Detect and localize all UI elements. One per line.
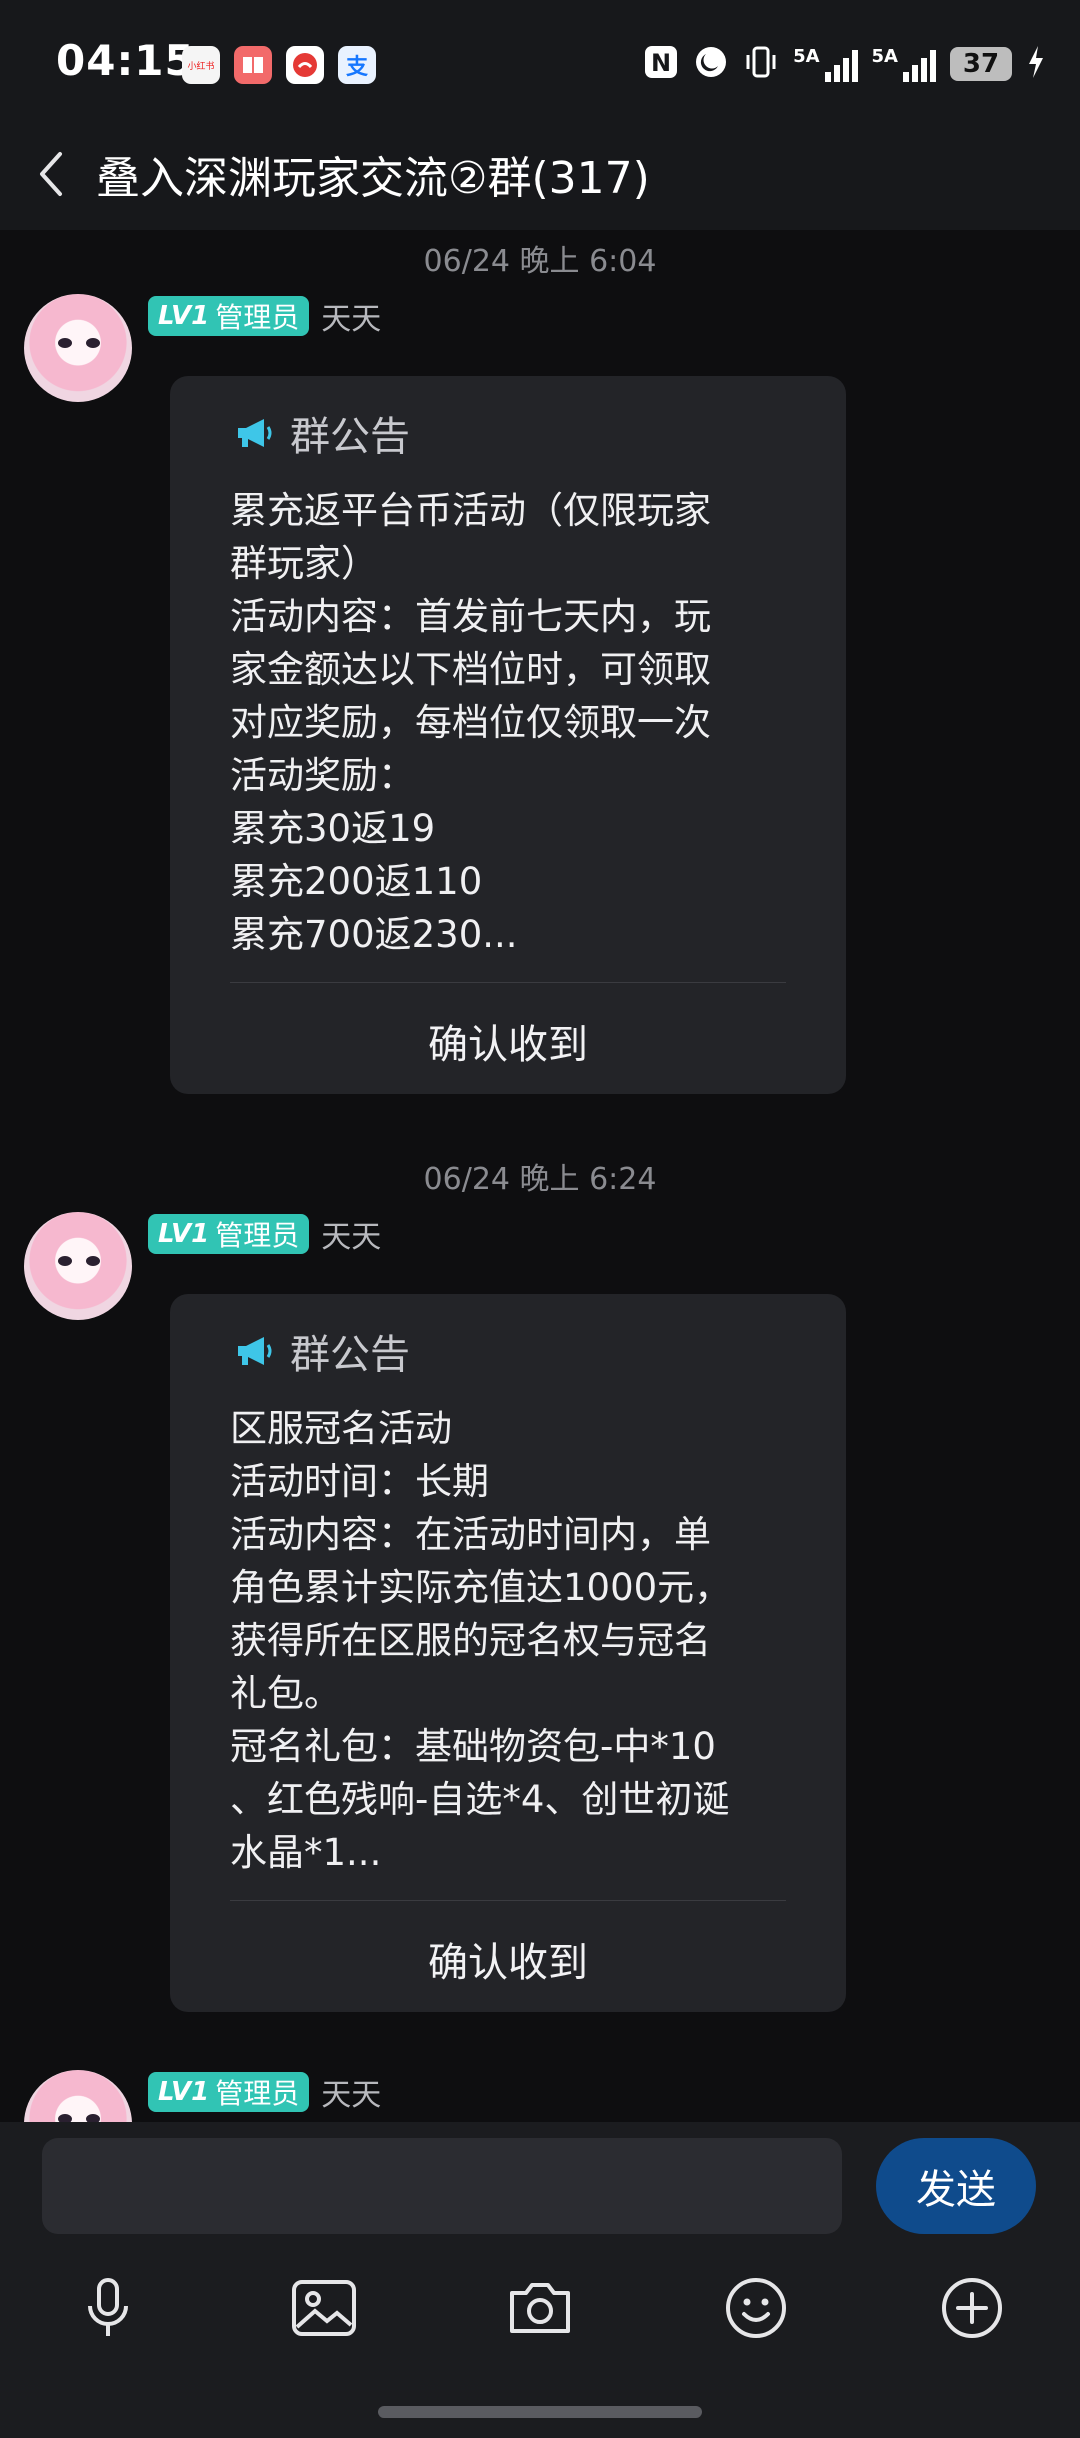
card-divider xyxy=(230,1900,786,1901)
announcement-card[interactable]: 群公告 累充返平台币活动（仅限玩家 群玩家） 活动内容：首发前七天内，玩 家金额… xyxy=(170,376,846,1094)
announcement-header: 群公告 xyxy=(234,1322,410,1380)
send-button[interactable]: 发送 xyxy=(876,2138,1036,2234)
status-time: 04:15 xyxy=(56,36,195,85)
camera-button[interactable] xyxy=(500,2268,580,2348)
announcement-card[interactable]: 群公告 区服冠名活动 活动时间：长期 活动内容：在活动时间内，单 角色累计实际充… xyxy=(170,1294,846,2012)
badge-role: 管理员 xyxy=(215,301,300,334)
chat-header: 叠入深渊玩家交流②群(317) xyxy=(0,120,1080,230)
announcement-label: 群公告 xyxy=(290,414,410,460)
status-bar: 04:15 小红书 支 N 5A 5A 37 xyxy=(0,0,1080,120)
emoji-icon xyxy=(726,2278,786,2338)
microphone-button[interactable] xyxy=(68,2268,148,2348)
plus-icon xyxy=(942,2278,1002,2338)
announcement-body: 累充返平台币活动（仅限玩家 群玩家） 活动内容：首发前七天内，玩 家金额达以下档… xyxy=(230,489,711,956)
badge-level: LV1 xyxy=(158,2077,210,2107)
vibrate-icon xyxy=(743,44,779,84)
avatar[interactable] xyxy=(24,2070,132,2122)
avatar[interactable] xyxy=(24,294,132,402)
role-badge: LV1 管理员 xyxy=(148,1214,310,1254)
sender-name[interactable]: 天天 xyxy=(321,1212,381,1256)
signal-icon-2: 5A xyxy=(872,46,936,82)
announcement-body: 区服冠名活动 活动时间：长期 活动内容：在活动时间内，单 角色累计实际充值达10… xyxy=(230,1407,732,1874)
signal-icon-1: 5A xyxy=(793,46,858,82)
phone-icon xyxy=(286,46,324,84)
megaphone-icon xyxy=(238,1337,272,1365)
message-input[interactable] xyxy=(42,2138,842,2234)
confirm-received-button[interactable]: 确认收到 xyxy=(170,1012,846,1070)
system-icons: N 5A 5A 37 xyxy=(643,44,1046,84)
sender-name[interactable]: 天天 xyxy=(321,2070,381,2114)
card-divider xyxy=(230,982,786,983)
back-button[interactable] xyxy=(30,144,80,204)
chevron-left-icon xyxy=(40,152,62,196)
alipay-icon: 支 xyxy=(338,46,376,84)
input-bar: 发送 xyxy=(0,2122,1080,2438)
badge-level: LV1 xyxy=(158,1219,210,1249)
microphone-icon xyxy=(88,2278,128,2336)
image-button[interactable] xyxy=(284,2268,364,2348)
do-not-disturb-icon xyxy=(693,44,729,84)
confirm-received-button[interactable]: 确认收到 xyxy=(170,1930,846,1988)
message-timestamp: 06/24 晚上 6:24 xyxy=(423,1162,657,1197)
group-title: 叠入深渊玩家交流②群(317) xyxy=(96,153,650,204)
plus-button[interactable] xyxy=(932,2268,1012,2348)
xiaohongshu-icon: 小红书 xyxy=(182,46,220,84)
sender-info: LV1 管理员 天天 xyxy=(148,294,381,338)
battery-indicator: 37 xyxy=(950,47,1012,81)
camera-icon xyxy=(510,2283,570,2333)
signal-label-2: 5A xyxy=(871,46,898,67)
announcement-header: 群公告 xyxy=(234,404,410,462)
image-icon xyxy=(292,2280,356,2336)
sender-name[interactable]: 天天 xyxy=(321,294,381,338)
signal-label-1: 5A xyxy=(793,46,820,67)
emoji-button[interactable] xyxy=(716,2268,796,2348)
role-badge: LV1 管理员 xyxy=(148,2072,310,2112)
nfc-icon: N xyxy=(643,44,679,84)
home-indicator[interactable] xyxy=(378,2406,702,2418)
megaphone-icon xyxy=(238,419,272,447)
role-badge: LV1 管理员 xyxy=(148,296,310,336)
badge-level: LV1 xyxy=(158,301,210,331)
badge-role: 管理员 xyxy=(215,1219,300,1252)
svg-text:N: N xyxy=(651,49,671,77)
avatar[interactable] xyxy=(24,1212,132,1320)
charging-icon xyxy=(1026,44,1046,84)
sender-info: LV1 管理员 天天 xyxy=(148,1212,381,1256)
books-icon xyxy=(234,46,272,84)
badge-role: 管理员 xyxy=(215,2077,300,2110)
message-list[interactable]: 06/24 晚上 6:04 LV1 管理员 天天 群公告 累充返平台币活动（仅限… xyxy=(0,230,1080,2122)
announcement-label: 群公告 xyxy=(290,1332,410,1378)
message-timestamp: 06/24 晚上 6:04 xyxy=(423,244,657,279)
notification-icons: 小红书 支 xyxy=(182,46,376,84)
sender-info: LV1 管理员 天天 xyxy=(148,2070,381,2114)
